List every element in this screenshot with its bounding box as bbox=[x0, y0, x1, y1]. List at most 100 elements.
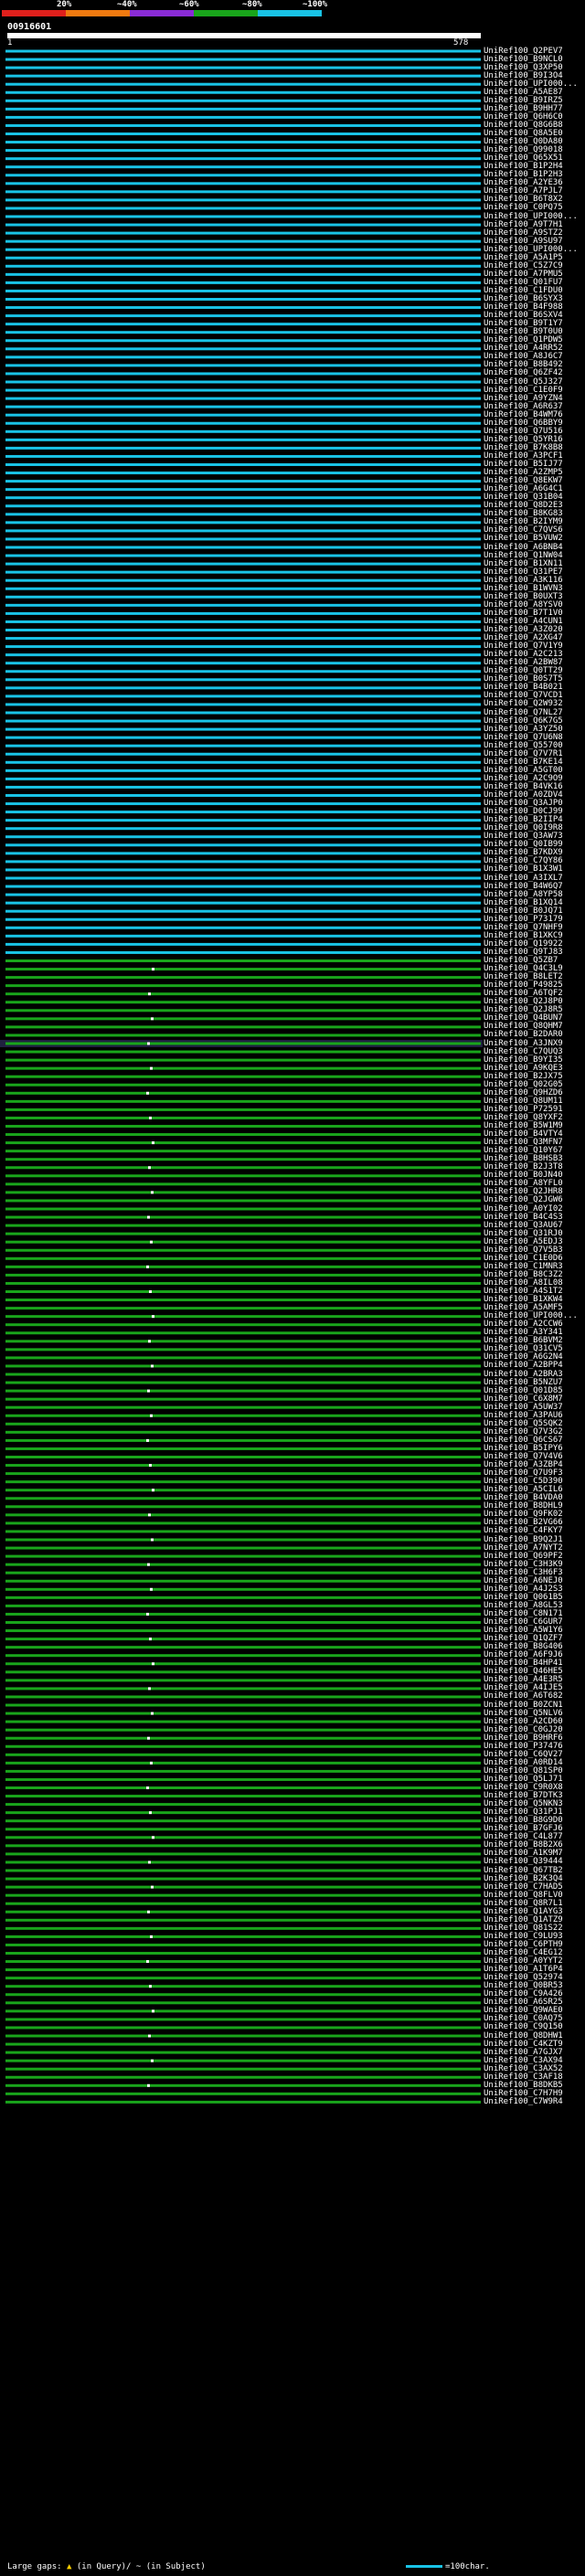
hit-bar[interactable] bbox=[5, 562, 481, 566]
hit-bar[interactable] bbox=[5, 239, 481, 243]
hit-bar[interactable] bbox=[5, 1133, 481, 1137]
hit-bar[interactable] bbox=[5, 272, 481, 276]
hit-bar[interactable] bbox=[5, 215, 481, 218]
hit-bar[interactable] bbox=[5, 1315, 481, 1319]
hit-bar[interactable] bbox=[5, 480, 481, 483]
hit-bar[interactable] bbox=[5, 115, 481, 119]
hit-bar[interactable] bbox=[5, 570, 481, 574]
hit-bar[interactable] bbox=[5, 372, 481, 376]
hit-bar[interactable] bbox=[5, 74, 481, 78]
hit-bar[interactable] bbox=[5, 49, 481, 53]
hit-bar[interactable] bbox=[5, 421, 481, 425]
hit-bar[interactable] bbox=[5, 1456, 481, 1458]
hit-bar[interactable] bbox=[5, 1199, 481, 1203]
hit-bar[interactable] bbox=[5, 1066, 481, 1070]
hit-bar[interactable] bbox=[5, 546, 481, 549]
hit-bar[interactable] bbox=[5, 1340, 481, 1343]
hit-bar[interactable] bbox=[5, 1753, 481, 1756]
hit-bar[interactable] bbox=[5, 811, 481, 814]
hit-bar[interactable] bbox=[5, 769, 481, 772]
hit-bar[interactable] bbox=[5, 1381, 481, 1384]
hit-bar[interactable] bbox=[5, 347, 481, 351]
hit-bar[interactable] bbox=[5, 678, 481, 682]
hit-bar[interactable] bbox=[5, 1422, 481, 1426]
hit-bar[interactable] bbox=[5, 777, 481, 780]
hit-bar[interactable] bbox=[5, 364, 481, 367]
hit-bar[interactable] bbox=[5, 2092, 481, 2095]
hit-bar[interactable] bbox=[5, 1769, 481, 1773]
hit-bar[interactable] bbox=[5, 620, 481, 623]
hit-bar[interactable] bbox=[5, 611, 481, 615]
hit-bar[interactable] bbox=[5, 1042, 481, 1045]
hit-bar[interactable] bbox=[5, 1670, 481, 1674]
hit-bar[interactable] bbox=[5, 1191, 481, 1194]
hit-bar[interactable] bbox=[5, 1943, 481, 1946]
hit-bar[interactable] bbox=[5, 917, 481, 921]
hit-bar[interactable] bbox=[5, 1150, 481, 1153]
hit-bar[interactable] bbox=[5, 1811, 481, 1815]
hit-bar[interactable] bbox=[5, 1083, 481, 1087]
hit-bar[interactable] bbox=[5, 843, 481, 847]
hit-bar[interactable] bbox=[5, 2034, 481, 2038]
hit-bar[interactable] bbox=[5, 1058, 481, 1062]
hit-bar[interactable] bbox=[5, 1389, 481, 1393]
hit-bar[interactable] bbox=[5, 107, 481, 111]
hit-bar[interactable] bbox=[5, 1447, 481, 1450]
hit-bar[interactable] bbox=[5, 157, 481, 161]
hit-bar[interactable] bbox=[5, 472, 481, 475]
hit-bar[interactable] bbox=[5, 1224, 481, 1227]
hit-bar[interactable] bbox=[5, 645, 481, 649]
hit-bar[interactable] bbox=[5, 1952, 481, 1955]
hit-bar[interactable] bbox=[5, 802, 481, 806]
hit-bar[interactable] bbox=[5, 1331, 481, 1335]
hit-bar[interactable] bbox=[5, 2059, 481, 2062]
hit-bar[interactable] bbox=[5, 2075, 481, 2079]
hit-bar[interactable] bbox=[5, 1563, 481, 1566]
hit-bar[interactable] bbox=[5, 323, 481, 326]
hit-bar[interactable] bbox=[5, 1009, 481, 1012]
hit-bar[interactable] bbox=[5, 1464, 481, 1468]
hit-bar[interactable] bbox=[5, 1307, 481, 1310]
hit-bar[interactable] bbox=[5, 1356, 481, 1360]
hit-bar[interactable] bbox=[5, 909, 481, 913]
hit-bar[interactable] bbox=[5, 1182, 481, 1186]
hit-bar[interactable] bbox=[5, 1323, 481, 1327]
hit-label[interactable]: UniRef100_C7W9R4 bbox=[484, 2097, 563, 2106]
hit-bar[interactable] bbox=[5, 1034, 481, 1037]
hit-bar[interactable] bbox=[5, 165, 481, 169]
hit-bar[interactable] bbox=[5, 794, 481, 797]
hit-bar[interactable] bbox=[5, 1256, 481, 1260]
hit-bar[interactable] bbox=[5, 1695, 481, 1699]
hit-bar[interactable] bbox=[5, 2100, 481, 2104]
hit-bar[interactable] bbox=[5, 99, 481, 102]
hit-bar[interactable] bbox=[5, 1001, 481, 1004]
hit-bar[interactable] bbox=[5, 1397, 481, 1401]
hit-bar[interactable] bbox=[5, 893, 481, 896]
hit-bar[interactable] bbox=[5, 752, 481, 756]
hit-bar[interactable] bbox=[5, 587, 481, 590]
hit-bar[interactable] bbox=[5, 1993, 481, 1997]
hit-bar[interactable] bbox=[5, 1910, 481, 1913]
hit-bar[interactable] bbox=[5, 1902, 481, 1905]
hit-bar[interactable] bbox=[5, 885, 481, 888]
hit-bar[interactable] bbox=[5, 331, 481, 334]
hit-bar[interactable] bbox=[5, 1612, 481, 1616]
hit-bar[interactable] bbox=[5, 1579, 481, 1583]
hit-bar[interactable] bbox=[5, 2001, 481, 2005]
hit-bar[interactable] bbox=[5, 1828, 481, 1831]
hit-bar[interactable] bbox=[5, 554, 481, 557]
hit-bar[interactable] bbox=[5, 1777, 481, 1781]
hit-bar[interactable] bbox=[5, 1472, 481, 1476]
hit-bar[interactable] bbox=[5, 1877, 481, 1881]
hit-bar[interactable] bbox=[5, 149, 481, 153]
hit-bar[interactable] bbox=[5, 934, 481, 938]
hit-bar[interactable] bbox=[5, 711, 481, 715]
hit-bar[interactable] bbox=[5, 133, 481, 135]
hit-bar[interactable] bbox=[5, 1893, 481, 1897]
hit-bar[interactable] bbox=[5, 1281, 481, 1285]
hit-bar[interactable] bbox=[5, 1844, 481, 1848]
hit-bar[interactable] bbox=[5, 1803, 481, 1807]
hit-bar[interactable] bbox=[5, 264, 481, 268]
hit-bar[interactable] bbox=[5, 603, 481, 607]
hit-bar[interactable] bbox=[5, 1977, 481, 1980]
